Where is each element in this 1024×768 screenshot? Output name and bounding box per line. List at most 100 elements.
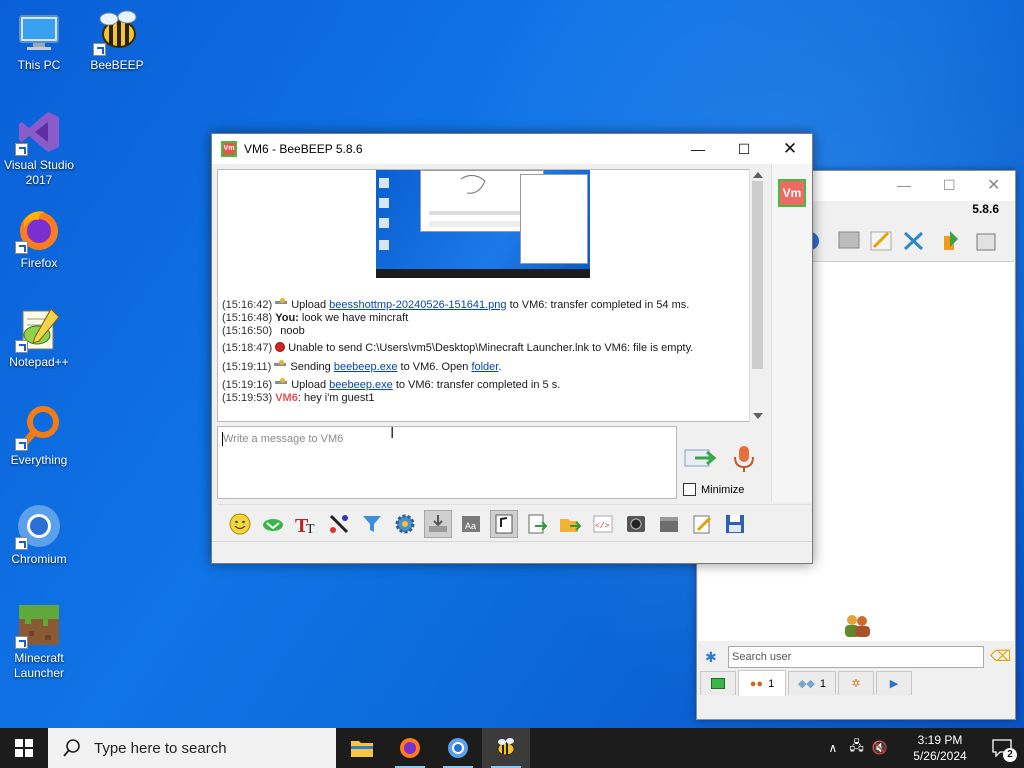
start-button[interactable]: [0, 728, 48, 768]
html-icon[interactable]: </>: [589, 510, 617, 538]
chat-titlebar[interactable]: Vm VM6 - BeeBEEP 5.8.6 — ☐ ✕: [212, 134, 812, 164]
tab-chats[interactable]: ◆◆ 1: [788, 671, 836, 695]
taskbar-file-explorer[interactable]: [338, 728, 386, 768]
chat-messages[interactable]: (15:16:42) Upload beesshottmp-20240526-1…: [217, 169, 764, 422]
message-text: : hey i'm guest1: [297, 392, 375, 404]
close-icon[interactable]: ✕: [987, 175, 1000, 195]
ibeam-cursor-icon: I: [390, 425, 395, 442]
svg-text:</>: </>: [595, 522, 610, 531]
scroll-thumb[interactable]: [752, 181, 763, 369]
message-time: (15:19:53): [222, 392, 273, 404]
message-input[interactable]: Write a message to VM6 I: [217, 425, 677, 499]
visual-studio-icon: [15, 108, 63, 156]
desktop-icon-chromium[interactable]: Chromium: [0, 502, 78, 567]
desktop-icon-label: Minecraft Launcher: [13, 651, 65, 680]
search-row: ✱ Search user ⌫: [697, 643, 1015, 671]
scroll-up-icon[interactable]: [753, 172, 763, 178]
clock[interactable]: 3:19 PM 5/26/2024: [900, 732, 980, 764]
peer-avatar[interactable]: Vm: [778, 179, 806, 207]
maximize-button[interactable]: ☐: [721, 134, 767, 164]
save-icon[interactable]: [721, 510, 749, 538]
chat-members-pane: Vm: [771, 164, 812, 502]
storage-icon[interactable]: [655, 510, 683, 538]
taskbar-chromium[interactable]: [434, 728, 482, 768]
screenshot-icon[interactable]: [622, 510, 650, 538]
desktop-icon-notepadpp[interactable]: Notepad++: [0, 305, 78, 370]
shortcut-arrow-icon: [15, 143, 28, 156]
message-time: (15:16:48): [222, 312, 273, 324]
file-link[interactable]: beesshottmp-20240526-151641.png: [329, 299, 506, 311]
microphone-icon[interactable]: [730, 444, 758, 472]
chat-message: (15:19:16) Upload beebeep.exe to VM6: tr…: [222, 378, 560, 391]
desktop-icon-visual-studio[interactable]: Visual Studio 2017: [0, 108, 78, 188]
minimize-checkbox[interactable]: Minimize: [683, 483, 744, 496]
settings-gear-icon[interactable]: [391, 510, 419, 538]
minimize-button[interactable]: —: [675, 134, 721, 164]
send-file-icon[interactable]: [523, 510, 551, 538]
thumbnail-icon: [379, 240, 389, 250]
desktop-icon-everything[interactable]: Everything: [0, 403, 78, 468]
send-folder-icon[interactable]: [556, 510, 584, 538]
scroll-down-icon[interactable]: [753, 413, 763, 419]
tab-users[interactable]: ●● 1: [738, 670, 786, 696]
filter-icon[interactable]: [358, 510, 386, 538]
desktop-icon-firefox[interactable]: Firefox: [0, 206, 78, 271]
computer-icon: [15, 8, 63, 56]
tab-groups[interactable]: ✲: [838, 671, 874, 695]
close-button[interactable]: ✕: [767, 134, 813, 164]
maximize-icon[interactable]: ☐: [943, 177, 956, 194]
emoji-icon[interactable]: [226, 510, 254, 538]
tab-users-count: 1: [768, 677, 775, 690]
contact-card-icon[interactable]: Aa: [457, 510, 485, 538]
file-link[interactable]: beebeep.exe: [334, 361, 398, 373]
tab-status[interactable]: [700, 671, 736, 695]
transfer-icon: [275, 378, 289, 387]
chat-message: (15:16:42) Upload beesshottmp-20240526-1…: [222, 298, 689, 311]
desktop-icon-label: Firefox: [20, 256, 58, 270]
message-text: Sending: [290, 361, 334, 373]
taskbar-beebeep[interactable]: [482, 728, 530, 768]
chat-message: (15:18:47) Unable to send C:\Users\vm5\D…: [222, 342, 693, 354]
volume-muted-icon[interactable]: 🔇: [872, 740, 888, 756]
note-icon[interactable]: [490, 509, 518, 538]
tab-flag[interactable]: ▶: [876, 671, 912, 695]
font-icon[interactable]: TT: [292, 510, 320, 538]
minimize-icon[interactable]: —: [897, 177, 911, 193]
checkbox-box[interactable]: [683, 483, 696, 496]
notification-center-button[interactable]: 2: [980, 728, 1024, 768]
network-icon[interactable]: 🖧: [849, 737, 864, 759]
desktop-icon-label: This PC: [17, 58, 61, 72]
chevron-up-icon[interactable]: ∧: [829, 741, 838, 755]
windows-logo-icon: [15, 739, 33, 757]
broom-icon[interactable]: ⌫: [990, 647, 1011, 665]
desktop-icon-label: Visual Studio 2017: [4, 158, 74, 187]
search-user-input[interactable]: Search user: [728, 646, 984, 668]
shortcut-arrow-icon: [15, 636, 28, 649]
minimize-label: Minimize: [701, 483, 745, 496]
tray-icon[interactable]: [424, 509, 452, 538]
gear-icon[interactable]: ✱: [705, 649, 717, 666]
message-text: to VM6: transfer completed in 54 ms.: [506, 299, 690, 311]
color-picker-icon[interactable]: [325, 510, 353, 538]
screenshot-thumbnail[interactable]: [376, 170, 590, 278]
bee-icon: [93, 8, 141, 56]
message-time: (15:19:11): [222, 361, 272, 373]
taskbar-search[interactable]: Type here to search: [48, 728, 336, 768]
message-time: (15:16:42): [222, 299, 273, 311]
main-tabs: ●● 1 ◆◆ 1 ✲ ▶: [697, 670, 1015, 697]
desktop-icon-beebeep[interactable]: BeeBEEP: [78, 8, 156, 73]
sender-name: You:: [275, 312, 299, 324]
chat-window[interactable]: Vm VM6 - BeeBEEP 5.8.6 — ☐ ✕ (15:16:42) …: [211, 133, 813, 564]
green-chevron-icon[interactable]: [259, 510, 287, 538]
shortcut-arrow-icon: [15, 241, 28, 254]
folder-icon: [351, 741, 373, 757]
desktop-icon-this-pc[interactable]: This PC: [0, 8, 78, 73]
taskbar-search-placeholder: Type here to search: [94, 739, 227, 757]
send-icon[interactable]: [683, 444, 717, 472]
folder-link[interactable]: folder: [471, 361, 498, 373]
file-link[interactable]: beebeep.exe: [329, 379, 393, 391]
taskbar-firefox[interactable]: [386, 728, 434, 768]
edit-icon[interactable]: [688, 510, 716, 538]
desktop-icon-minecraft[interactable]: Minecraft Launcher: [0, 601, 78, 681]
chat-scrollbar[interactable]: [749, 169, 765, 422]
